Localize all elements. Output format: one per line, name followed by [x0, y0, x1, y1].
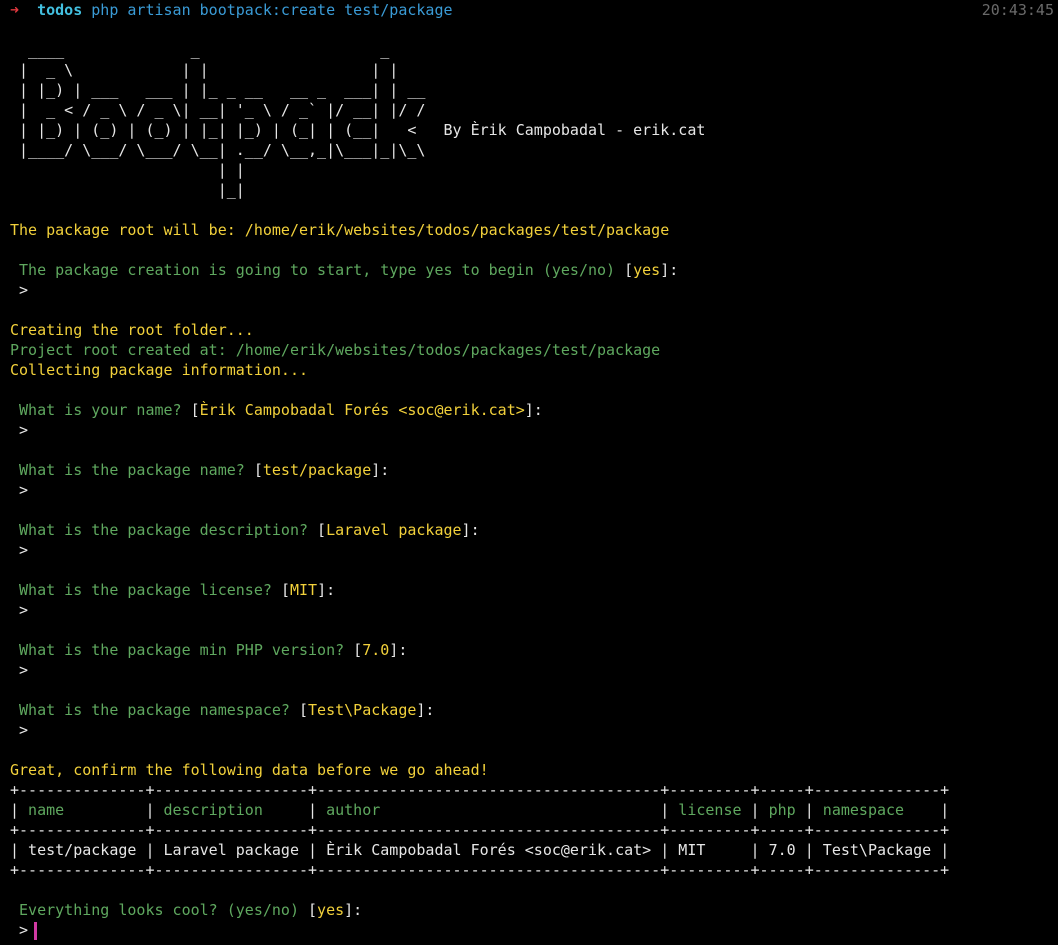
question-text: What is the package name?	[10, 461, 254, 479]
terminal-window[interactable]: ➜ todos php artisan bootpack:create test…	[0, 0, 1058, 945]
table-header-cell: name	[19, 801, 146, 819]
final-question: Everything looks cool? (yes/no) [yes]:	[10, 901, 363, 919]
status-created: Project root created at: /home/erik/webs…	[10, 341, 661, 359]
table-header-cell: author	[317, 801, 661, 819]
question-text: What is your name?	[10, 401, 191, 419]
text-cursor[interactable]	[34, 921, 38, 940]
question-text: What is the package license?	[10, 581, 281, 599]
input-prompt: >	[10, 421, 29, 439]
table-header-cell: license	[669, 801, 751, 819]
table-cell: Èrik Campobadal Forés <soc@erik.cat>	[317, 841, 661, 859]
question-text: Everything looks cool? (yes/no)	[10, 901, 309, 919]
table-cell: Test\Package	[813, 841, 941, 859]
question-namespace: What is the package namespace? [Test\Pac…	[10, 701, 435, 719]
table-header-cell: namespace	[813, 801, 941, 819]
table-cell: test/package	[19, 841, 146, 859]
input-prompt: >	[10, 921, 29, 939]
table-header-row: | name | description | author | license …	[10, 801, 950, 819]
question-name: What is your name? [Èrik Campobadal Foré…	[10, 401, 543, 419]
question-php-version: What is the package min PHP version? [7.…	[10, 641, 408, 659]
table-header-cell: description	[154, 801, 309, 819]
author-credit: By Èrik Campobadal - erik.cat	[443, 121, 706, 139]
banner-line: |_|	[10, 181, 245, 199]
confirm-heading: Great, confirm the following data before…	[10, 761, 489, 779]
banner-line: | _ < / _ \ / _ \| __| '_ \ / _` |/ __| …	[10, 101, 426, 119]
table-cell: MIT	[669, 841, 751, 859]
table-cell: 7.0	[759, 841, 805, 859]
start-question: The package creation is going to start, …	[10, 261, 679, 279]
question-text: The package creation is going to start, …	[10, 261, 625, 279]
banner-line: | |	[10, 161, 245, 179]
shell-command: php artisan bootpack:create test/package	[91, 1, 453, 19]
input-prompt: >	[10, 721, 29, 739]
question-text: What is the package namespace?	[10, 701, 299, 719]
banner-line: ____ _ _	[10, 41, 390, 59]
active-input-line[interactable]: >	[10, 920, 38, 940]
input-prompt: >	[10, 281, 29, 299]
input-prompt: >	[10, 541, 29, 559]
banner-line: | |_) | ___ ___ | |_ _ __ __ _ ___| | __	[10, 81, 426, 99]
input-prompt: >	[10, 661, 29, 679]
question-license: What is the package license? [MIT]:	[10, 581, 336, 599]
question-default: 7.0	[362, 641, 390, 659]
question-default: test/package	[262, 461, 372, 479]
root-notice: The package root will be: /home/erik/web…	[10, 221, 670, 239]
status-collecting: Collecting package information...	[10, 361, 309, 379]
question-text: What is the package min PHP version?	[10, 641, 354, 659]
prompt-time: 20:43:45	[981, 1, 1054, 19]
question-default: Test\Package	[308, 701, 417, 719]
input-prompt: >	[10, 481, 29, 499]
table-border: +--------------+-----------------+------…	[10, 781, 950, 799]
question-default: yes	[633, 261, 661, 279]
question-text: What is the package description?	[10, 521, 318, 539]
input-prompt: >	[10, 601, 29, 619]
question-default: MIT	[289, 581, 318, 599]
question-description: What is the package description? [Larave…	[10, 521, 480, 539]
banner-line: | _ \ | | | |	[10, 61, 399, 79]
question-default: Laravel package	[326, 521, 462, 539]
table-border: +--------------+-----------------+------…	[10, 821, 950, 839]
question-default: Èrik Campobadal Forés <soc@erik.cat>	[199, 401, 525, 419]
question-package-name: What is the package name? [test/package]…	[10, 461, 390, 479]
prompt-arrow-icon: ➜	[10, 1, 20, 19]
table-cell: Laravel package	[154, 841, 309, 859]
banner-line-with-credit: | |_) | (_) | (_) | |_| |_) | (_| | (__|…	[10, 120, 705, 140]
table-row: | test/package | Laravel package | Èrik …	[10, 841, 950, 859]
question-default: yes	[317, 901, 345, 919]
table-border: +--------------+-----------------+------…	[10, 861, 950, 879]
table-header-cell: php	[759, 801, 805, 819]
banner-line: | |_) | (_) | (_) | |_| |_) | (_| | (__|…	[10, 121, 417, 139]
status-creating: Creating the root folder...	[10, 321, 254, 339]
prompt-directory: todos	[37, 1, 83, 19]
banner-line: |____/ \___/ \___/ \__| .__/ \__,_|\___|…	[10, 141, 426, 159]
shell-prompt-line: ➜ todos php artisan bootpack:create test…	[10, 0, 453, 20]
